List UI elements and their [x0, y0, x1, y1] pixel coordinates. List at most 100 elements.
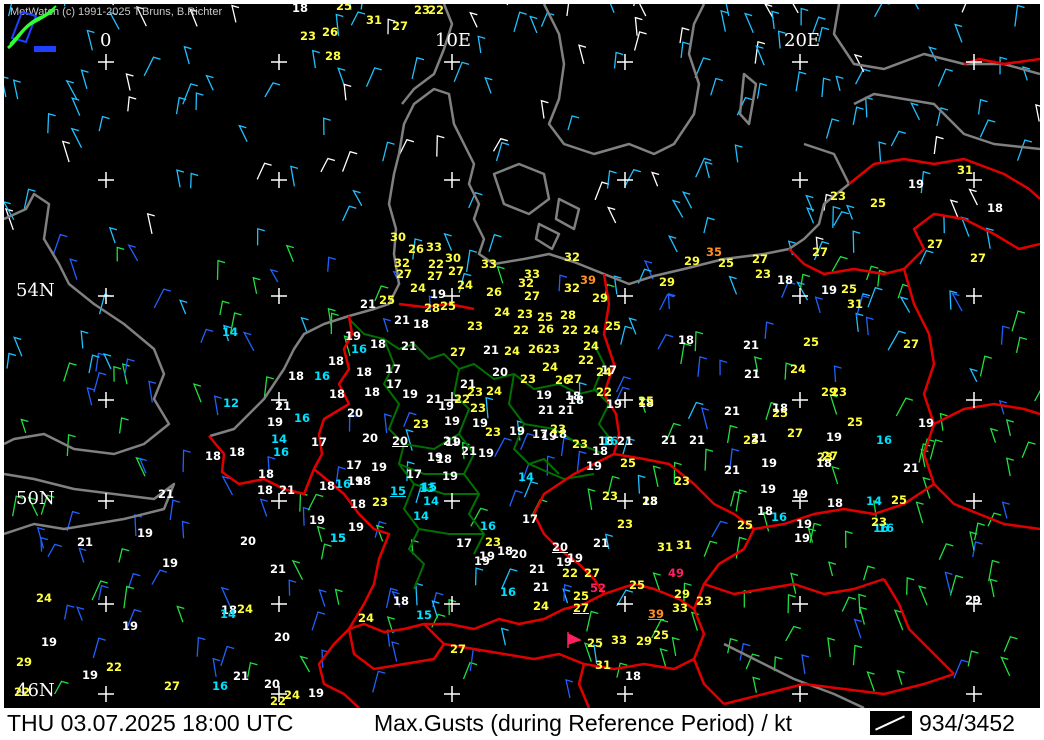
station-gust-value: 23	[299, 29, 317, 43]
wind-barb	[54, 680, 69, 695]
wind-barb	[330, 312, 339, 335]
station-gust-value: 18	[369, 337, 387, 351]
wind-barb	[76, 606, 85, 621]
station-gust-value: 21	[557, 403, 575, 417]
station-gust-value: 18	[677, 333, 695, 347]
station-gust-value: 19	[370, 460, 388, 474]
station-gust-value: 19	[508, 424, 526, 438]
station-gust-value: 25	[840, 282, 858, 296]
station-gust-value: 18	[363, 385, 381, 399]
graticule-cross	[98, 686, 114, 702]
wind-barb	[411, 56, 425, 80]
station-gust-value: 22	[269, 694, 287, 708]
wind-barb	[906, 577, 915, 595]
coastline-britain	[4, 192, 171, 456]
coastline-norway	[401, 4, 454, 105]
station-gust-value: 14	[422, 494, 440, 508]
station-gust-value: 23	[695, 594, 713, 608]
wind-barb	[895, 397, 914, 417]
wind-barb	[566, 4, 570, 16]
wind-barb	[469, 648, 481, 671]
wind-barb	[652, 465, 661, 488]
wind-barb	[915, 501, 924, 524]
wind-barb	[681, 191, 693, 209]
station-gust-value: 16	[770, 510, 788, 524]
status-bar: THU 03.07.2025 18:00 UTC Max.Gusts (duri…	[4, 708, 1040, 738]
station-gust-value: 18	[204, 449, 222, 463]
wind-barb	[867, 286, 883, 308]
station-gust-value: 24	[485, 384, 503, 398]
station-gust-value: 20	[551, 540, 569, 554]
parameter-title: Max.Gusts (during Reference Period) / kt	[374, 710, 792, 736]
station-gust-value: 18	[287, 369, 305, 383]
gust-map[interactable]: MetWatch (c) 1991-2025 T.Bruns, B.Richte…	[4, 4, 1040, 708]
wind-barb	[792, 4, 799, 14]
wind-barb	[352, 189, 363, 207]
station-gust-value: 31	[956, 163, 974, 177]
wind-barb	[973, 522, 985, 541]
station-gust-value: 19	[917, 416, 935, 430]
wind-barb	[143, 56, 161, 77]
wind-barb	[1000, 325, 1010, 345]
wind-barb	[858, 593, 867, 614]
station-gust-value: 19	[820, 283, 838, 297]
station-gust-value: 19	[266, 415, 284, 429]
station-gust-value: 23	[469, 401, 487, 415]
wind-barb	[4, 76, 9, 98]
graticule-cross	[444, 172, 460, 188]
wind-barb	[862, 565, 875, 581]
wind-barb	[269, 268, 279, 283]
station-gust-value: 23	[571, 437, 589, 451]
wind-barb	[238, 124, 248, 142]
station-gust-value: 21	[616, 434, 634, 448]
wind-barb	[833, 365, 842, 383]
station-gust-value: 19	[426, 450, 444, 464]
wind-barb	[71, 97, 81, 116]
wind-barb	[465, 249, 478, 272]
wind-barb	[988, 559, 1000, 582]
station-gust-value: 22	[512, 323, 530, 337]
graticule-cross	[966, 54, 982, 70]
wind-barb	[1015, 336, 1028, 354]
wind-barb	[311, 49, 320, 69]
station-gust-value: 39	[647, 607, 665, 621]
station-gust-value: 23	[673, 474, 691, 488]
graticule-cross	[792, 686, 808, 702]
border-switzerland	[347, 628, 446, 671]
station-gust-value: 21	[532, 580, 550, 594]
wind-barb	[726, 424, 738, 444]
wind-barb	[113, 365, 122, 382]
station-gust-value: 21	[278, 483, 296, 497]
station-gust-value: 18	[392, 594, 410, 608]
wind-barb	[800, 7, 809, 26]
wind-barb	[80, 330, 89, 349]
station-gust-value: 21	[269, 562, 287, 576]
station-gust-value: 23	[519, 372, 537, 386]
wind-barb	[125, 73, 134, 91]
station-gust-value: 17	[405, 467, 423, 481]
station-gust-value: 18	[318, 479, 336, 493]
station-gust-value: 19	[40, 635, 58, 649]
wind-barb	[495, 141, 510, 162]
wind-barb	[795, 71, 807, 92]
wind-barb	[341, 150, 358, 172]
station-gust-value: 25	[335, 4, 353, 13]
wind-barb	[801, 654, 810, 675]
wind-barb	[190, 172, 199, 189]
station-gust-value: 27	[786, 426, 804, 440]
wind-barb	[659, 647, 668, 669]
graticule-cross	[98, 392, 114, 408]
wind-barb	[318, 589, 327, 607]
wind-barb	[196, 636, 206, 657]
station-gust-value: 19	[791, 487, 809, 501]
wind-barb	[529, 15, 538, 34]
wind-barb	[858, 606, 867, 625]
wind-barb	[47, 543, 62, 558]
wind-barb	[628, 317, 637, 335]
station-gust-value: 21	[400, 339, 418, 353]
wind-barb	[323, 117, 331, 136]
station-gust-value: 29	[673, 587, 691, 601]
station-gust-value: 31	[846, 297, 864, 311]
wind-barb	[176, 169, 185, 188]
border-ukraine-romania	[933, 483, 1040, 531]
